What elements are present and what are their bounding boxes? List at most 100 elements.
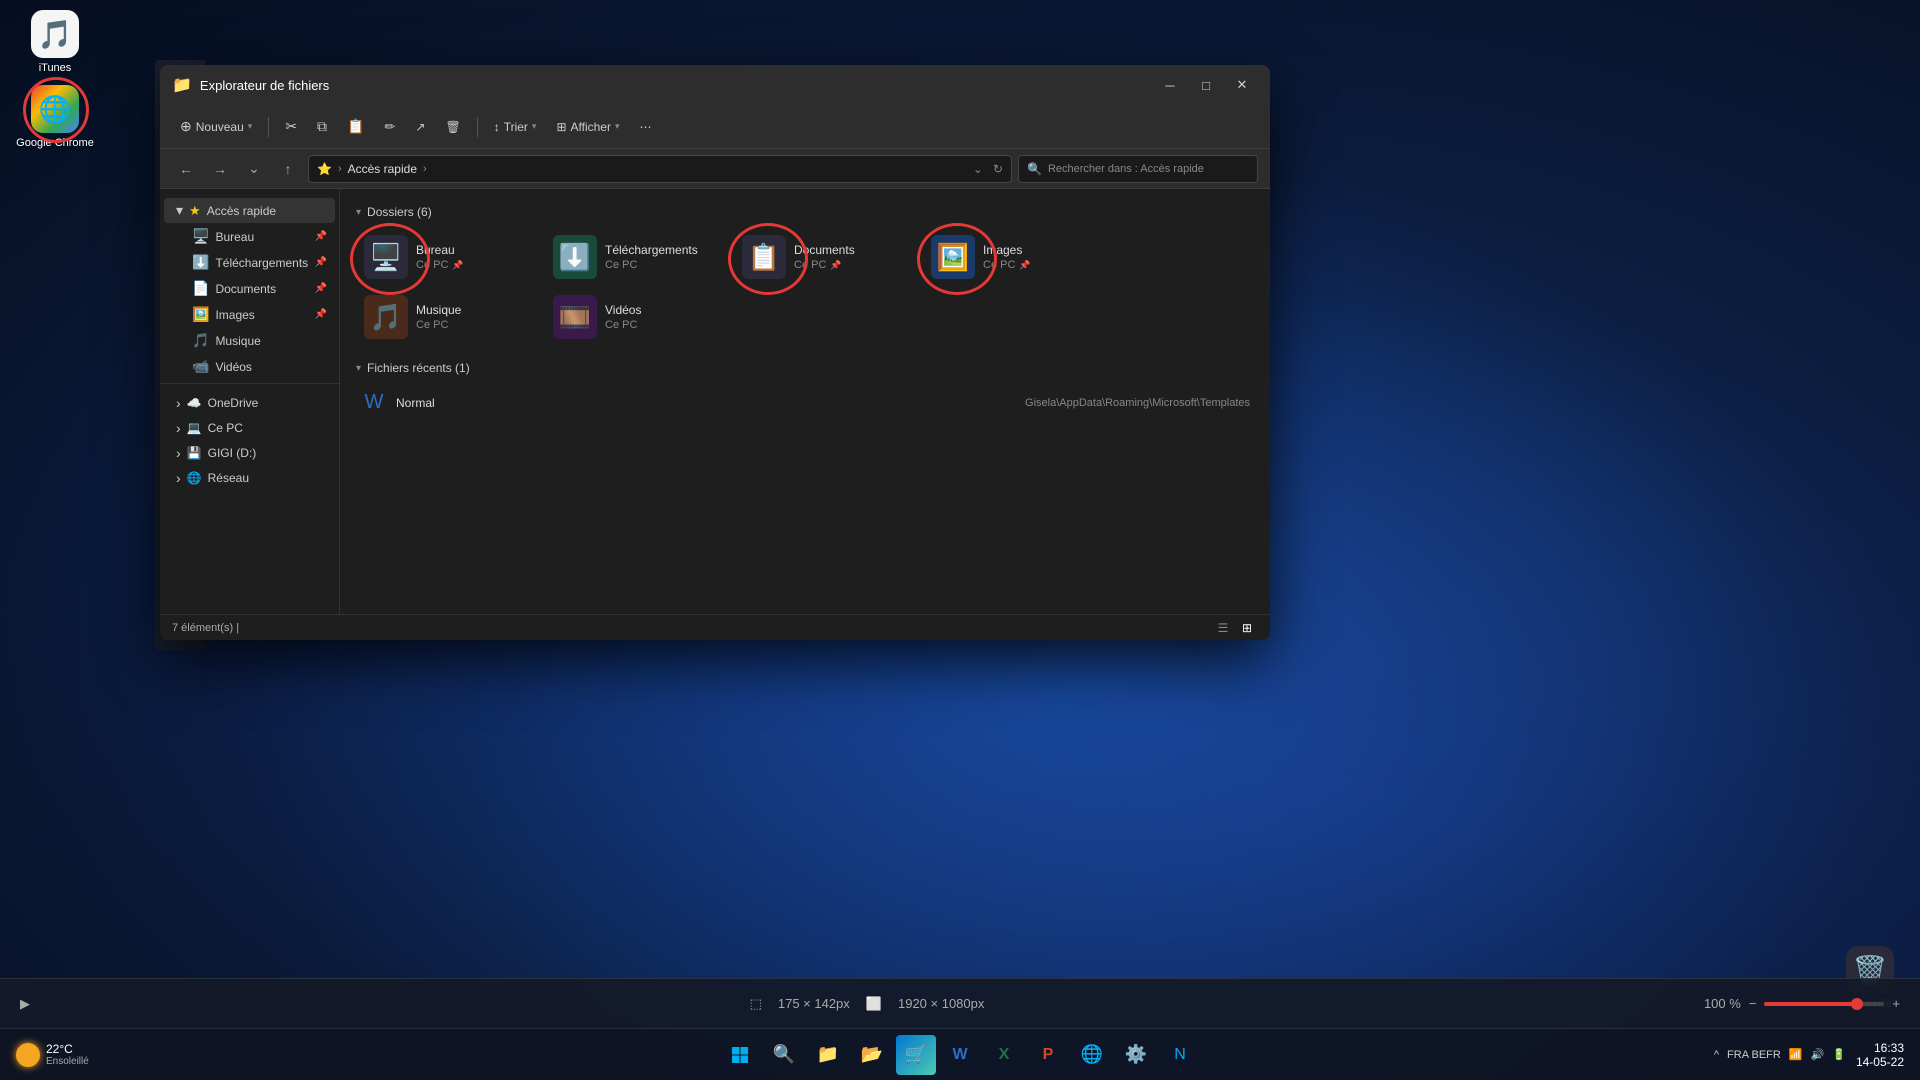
settings-button[interactable]: ⚙️ [1116,1035,1156,1075]
view-buttons: ☰ ⊞ [1212,617,1258,639]
gigi-icon: 💾 [187,446,202,460]
word-button[interactable]: W [940,1035,980,1075]
zoom-out-button[interactable]: − [1749,996,1757,1011]
recent-file-normal[interactable]: W Normal Gisela\AppData\Roaming\Microsof… [356,385,1254,420]
desktop-icon-itunes[interactable]: 🎵 iTunes [15,10,95,74]
list-view-button[interactable]: ☰ [1212,617,1234,639]
sort-button[interactable]: ↕ Trier ▾ [486,116,545,138]
sidebar-item-onedrive[interactable]: › ☁️ OneDrive [164,391,335,415]
images-pin-icon: 📌 [1019,260,1030,271]
wifi-icon[interactable]: 📶 [1789,1048,1803,1061]
sidebar-divider-1 [160,383,339,387]
view-button[interactable]: ⊞ Afficher ▾ [548,116,627,138]
sidebar-bureau-label: Bureau [215,230,254,244]
time-display[interactable]: 16:33 14-05-22 [1856,1041,1904,1069]
chrome-taskbar-button[interactable]: 🌐 [1072,1035,1112,1075]
sidebar-onedrive-label: OneDrive [208,396,259,410]
search-placeholder: Rechercher dans : Accès rapide [1048,163,1204,175]
folder-musique[interactable]: 🎵 Musique Ce PC [356,289,541,345]
delete-button[interactable]: 🗑 [437,116,468,138]
back-button[interactable]: ← [172,155,200,183]
sidebar-item-ce-pc[interactable]: › 💻 Ce PC [164,416,335,440]
folder-images[interactable]: 🖼️ Images Ce PC 📌 [923,229,1108,285]
folders-grid: 🖥️ Bureau Ce PC 📌 ⬇️ [356,229,1254,345]
close-button[interactable]: ✕ [1226,73,1258,97]
main-content: ▾ ★ Accès rapide 🖥️ Bureau 📌 ⬇️ Téléchar… [160,189,1270,614]
taskbar-folders-button[interactable]: 📂 [852,1035,892,1075]
excel-button[interactable]: X [984,1035,1024,1075]
start-button[interactable] [720,1035,760,1075]
maximize-button[interactable]: □ [1190,73,1222,97]
musique-folder-sub: Ce PC [416,319,461,331]
files-button[interactable]: 📁 [808,1035,848,1075]
address-path[interactable]: ⭐ › Accès rapide › ⌄ ↻ [308,155,1012,183]
weather-condition: Ensoleillé [46,1056,89,1067]
recent-locations-button[interactable]: ⌄ [240,155,268,183]
sidebar-item-bureau[interactable]: 🖥️ Bureau 📌 [180,224,335,249]
rename-button[interactable]: ✏ [376,115,403,139]
more-button[interactable]: ⋯ [632,116,660,138]
gigi-expand-icon: › [176,445,181,461]
path-dropdown-icon[interactable]: ⌄ [973,162,983,176]
sidebar-item-musique[interactable]: 🎵 Musique [180,328,335,353]
telechargements-folder-info: Téléchargements Ce PC [605,243,698,271]
cut-button[interactable]: ✂ [277,114,305,139]
zoom-percent: 100 % [1704,996,1741,1011]
sidebar-item-reseau[interactable]: › 🌐 Réseau [164,466,335,490]
title-bar: 📁 Explorateur de fichiers ─ □ ✕ [160,65,1270,105]
zoom-slider[interactable] [1764,1002,1884,1006]
paste-button[interactable]: 📋 [339,114,372,139]
copy-button[interactable]: ⧉ [309,114,335,139]
weather-widget[interactable]: 22°C Ensoleillé [16,1042,89,1067]
bureau-folder-info: Bureau Ce PC 📌 [416,243,464,271]
sidebar-quick-access-sub: 🖥️ Bureau 📌 ⬇️ Téléchargements 📌 📄 Docum… [160,224,339,379]
new-button[interactable]: ⊕ Nouveau ▾ [172,114,260,139]
search-button[interactable]: 🔍 [764,1035,804,1075]
system-tray-icons: ^ FRA BEFR 📶 🔊 🔋 [1714,1048,1846,1061]
sidebar-item-quick-access[interactable]: ▾ ★ Accès rapide [164,198,335,223]
news-button[interactable]: N [1160,1035,1200,1075]
refresh-button[interactable]: ↻ [993,162,1003,176]
toolbar-separator-2 [477,117,478,137]
forward-button[interactable]: → [206,155,234,183]
musique-folder-visual-icon: 🎵 [370,302,402,333]
selection-size-icon: ⬚ [750,996,762,1012]
folder-telechargements[interactable]: ⬇️ Téléchargements Ce PC [545,229,730,285]
explorer-window: 📁 Explorateur de fichiers ─ □ ✕ ⊕ Nouvea… [160,65,1270,640]
powerpoint-button[interactable]: P [1028,1035,1068,1075]
sidebar-item-images[interactable]: 🖼️ Images 📌 [180,302,335,327]
sidebar-item-gigi[interactable]: › 💾 GIGI (D:) [164,441,335,465]
full-dimensions: 1920 × 1080px [898,996,984,1011]
images-folder-info: Images Ce PC 📌 [983,243,1031,271]
desktop-icon-chrome[interactable]: 🌐 Google Chrome [15,85,95,149]
chevron-up-icon[interactable]: ^ [1714,1049,1719,1061]
sort-dropdown-icon: ▾ [532,121,537,132]
zoom-in-button[interactable]: + [1892,996,1900,1011]
sidebar-item-telechargements[interactable]: ⬇️ Téléchargements 📌 [180,250,335,275]
musique-folder-name: Musique [416,303,461,317]
telechargements-folder-icon-container: ⬇️ [553,235,597,279]
volume-icon[interactable]: 🔊 [1811,1048,1825,1061]
play-icon[interactable]: ▶ [20,996,30,1012]
sidebar-images-label: Images [215,308,254,322]
sidebar-item-documents[interactable]: 📄 Documents 📌 [180,276,335,301]
folder-bureau[interactable]: 🖥️ Bureau Ce PC 📌 [356,229,541,285]
folder-videos[interactable]: 🎞️ Vidéos Ce PC [545,289,730,345]
folders-section-header[interactable]: ▾ Dossiers (6) [356,205,1254,219]
recent-file-path: Gisela\AppData\Roaming\Microsoft\Templat… [1025,397,1250,409]
search-box[interactable]: 🔍 Rechercher dans : Accès rapide [1018,155,1258,183]
videos-folder-icon-container: 🎞️ [553,295,597,339]
store-button[interactable]: 🛒 [896,1035,936,1075]
recent-section-header[interactable]: ▾ Fichiers récents (1) [356,361,1254,375]
folder-documents[interactable]: 📋 Documents Ce PC 📌 [734,229,919,285]
new-icon: ⊕ [180,118,192,135]
grid-view-button[interactable]: ⊞ [1236,617,1258,639]
share-button[interactable]: ↗ [407,116,433,138]
bureau-folder-name: Bureau [416,243,464,257]
recent-section-label: Fichiers récents (1) [367,361,470,375]
sidebar-item-videos[interactable]: 📹 Vidéos [180,354,335,379]
up-button[interactable]: ↑ [274,155,302,183]
documents-pin-icon: 📌 [830,260,841,271]
battery-icon[interactable]: 🔋 [1832,1048,1846,1061]
minimize-button[interactable]: ─ [1154,73,1186,97]
